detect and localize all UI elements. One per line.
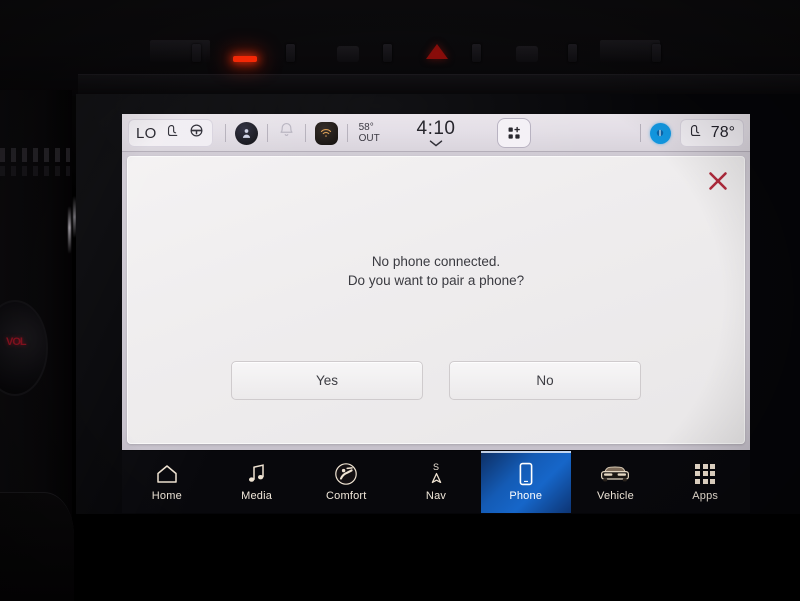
heated-seat-icon[interactable]: [164, 122, 181, 144]
close-x-icon[interactable]: [701, 164, 735, 198]
dash-vent-right: [600, 40, 660, 62]
status-divider-2: [266, 124, 268, 142]
nav-item-media[interactable]: Media: [212, 451, 302, 513]
bluetooth-status-icon[interactable]: [649, 122, 671, 144]
status-bar-right-group: 78°: [631, 114, 744, 152]
clock-time: 4:10: [416, 118, 456, 139]
nav-item-phone[interactable]: Phone: [480, 451, 571, 513]
climate-comfort-icon: [334, 462, 358, 485]
lower-console-trim: [0, 492, 74, 601]
status-divider-1: [224, 124, 226, 142]
physical-button-8[interactable]: [652, 44, 661, 62]
hazard-lights-icon[interactable]: [426, 44, 448, 59]
trim-stitching-lower: [0, 166, 70, 176]
status-divider-4: [346, 124, 348, 142]
dialog-message-line-1: No phone connected.: [371, 254, 501, 269]
driver-profile-icon[interactable]: [234, 121, 258, 145]
physical-button-5[interactable]: [472, 44, 481, 62]
dialog-actions: Yes No: [127, 361, 745, 400]
nav-label-comfort: Comfort: [326, 489, 367, 502]
phone-smartphone-icon: [518, 462, 534, 485]
nav-label-vehicle: Vehicle: [597, 489, 634, 502]
nav-item-nav[interactable]: S Nav: [391, 451, 481, 513]
dialog-message-line-2: Do you want to pair a phone?: [347, 273, 525, 288]
climate-low-label: LO: [136, 124, 157, 142]
trim-stitching-upper: [0, 148, 70, 162]
passenger-climate-pill[interactable]: 78°: [679, 119, 744, 147]
bezel-specular-highlight-a: [68, 206, 71, 254]
grid-plus-icon[interactable]: [497, 118, 531, 148]
dialog-message: No phone connected. Do you want to pair …: [127, 252, 745, 290]
physical-button-4[interactable]: [383, 44, 392, 62]
outside-temp-value: 58°: [358, 122, 374, 133]
knob-red-marker: VOL: [6, 336, 27, 348]
status-bar: LO 58° OUT 4:10 78°: [122, 114, 750, 152]
heated-steering-wheel-icon[interactable]: [188, 122, 205, 144]
heated-seat-icon[interactable]: [687, 122, 704, 144]
physical-button-2[interactable]: [286, 44, 295, 62]
outside-temperature: 58° OUT: [359, 122, 380, 144]
infotainment-screen: LO 58° OUT 4:10 78° No phone connected. …: [76, 94, 800, 514]
apps-grid-icon: [695, 463, 716, 485]
yes-button[interactable]: Yes: [231, 361, 423, 400]
phone-pairing-dialog: No phone connected. Do you want to pair …: [127, 156, 745, 444]
climate-status-pill[interactable]: LO: [128, 119, 213, 147]
nav-label-nav: Nav: [425, 489, 447, 502]
bell-icon[interactable]: [277, 121, 296, 145]
nav-item-comfort[interactable]: Comfort: [301, 451, 391, 513]
nav-label-media: Media: [241, 489, 273, 502]
chevron-down-icon[interactable]: [429, 140, 443, 147]
physical-button-6[interactable]: [516, 46, 538, 62]
dash-vent-left: [150, 40, 210, 62]
physical-button-1[interactable]: [192, 44, 201, 62]
wifi-hotspot-icon[interactable]: [314, 121, 338, 145]
compass-navigation-icon: S: [430, 463, 443, 485]
bottom-navigation-bar: Home Media Comfort S Nav Phone Vehicle A…: [122, 451, 750, 513]
outside-temp-label: OUT: [358, 133, 380, 144]
physical-button-3[interactable]: [337, 46, 359, 62]
nav-label-apps: Apps: [692, 489, 719, 502]
dialog-frame: No phone connected. Do you want to pair …: [122, 152, 750, 450]
nav-item-home[interactable]: Home: [122, 451, 212, 513]
music-note-icon: [247, 463, 267, 485]
physical-button-7[interactable]: [568, 44, 577, 62]
no-button[interactable]: No: [449, 361, 641, 400]
home-icon: [155, 463, 179, 485]
compass-south-letter: S: [433, 462, 440, 472]
nav-label-home: Home: [151, 489, 182, 502]
defrost-indicator-light: [233, 56, 257, 62]
nav-item-vehicle[interactable]: Vehicle: [571, 451, 661, 513]
nav-item-apps[interactable]: Apps: [660, 451, 750, 513]
passenger-temp-value: 78°: [710, 124, 735, 141]
status-divider-5: [639, 124, 641, 142]
status-divider-3: [304, 124, 306, 142]
nav-label-phone: Phone: [509, 489, 543, 502]
suv-vehicle-icon: [599, 463, 631, 485]
